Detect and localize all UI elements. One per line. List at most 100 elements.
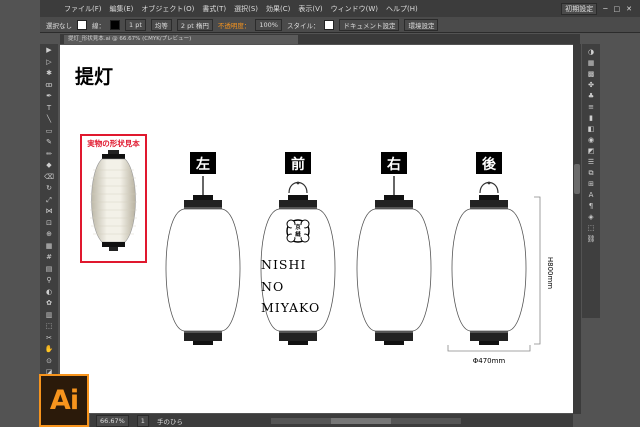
selection-tool-icon[interactable]: ▶ [43,46,55,56]
view-label-back: 後 [482,156,497,173]
paintbrush-tool-icon[interactable]: ✎ [43,138,55,148]
tools-panel: ▶ ▷ ✱ ꝏ ✒ T ╲ ▭ ✎ ✏ ◆ ⌫ ↻ ⤢ ⋈ ⊡ ⊕ ▦ # ▤ … [40,44,58,388]
front-text-line-3: MIYAKO [261,300,320,315]
width-tool-icon[interactable]: ⋈ [43,207,55,217]
opacity-field[interactable]: 100% [255,18,282,31]
view-label-front: 前 [291,156,305,173]
fill-swatch[interactable] [77,19,87,30]
pencil-tool-icon[interactable]: ✏ [43,150,55,160]
selection-status: 選択なし [46,21,72,30]
transparency-icon[interactable]: ◧ [585,125,597,134]
zoom-tool-icon[interactable]: ⊙ [43,357,55,367]
front-text-line-1: NISHI [261,257,306,272]
lantern-drawings: 左 前 京 縫 NISHI NO MIYAKO 右 後 H800mm Φ470m… [165,152,554,365]
perspective-grid-tool-icon[interactable]: ▦ [43,242,55,252]
menu-object[interactable]: オブジェクト(O) [141,4,194,14]
minimize-icon[interactable]: ─ [603,5,607,13]
menu-right: 初期設定 ─ □ ✕ [561,2,640,15]
zoom-level[interactable]: 66.67% [96,414,129,427]
rotate-tool-icon[interactable]: ↻ [43,184,55,194]
symbols-icon[interactable]: ♣ [585,92,597,101]
hand-tool-icon[interactable]: ✋ [43,345,55,355]
paragraph-icon[interactable]: ¶ [585,202,597,211]
magic-wand-tool-icon[interactable]: ✱ [43,69,55,79]
shape-builder-tool-icon[interactable]: ⊕ [43,230,55,240]
status-bar: 66.67% 1 手のひら [90,414,573,427]
illustrator-badge: Ai [39,374,89,427]
gradient-tool-icon[interactable]: ▤ [43,265,55,275]
mesh-tool-icon[interactable]: # [43,253,55,263]
panel-dock: ◑ ▦ ▩ ✤ ♣ ≡ ▮ ◧ ◉ ◩ ☰ ⧉ ⊞ A ¶ ◈ ⬚ ⛓ [582,44,600,318]
preferences-button[interactable]: 環境設定 [404,18,439,31]
current-tool: 手のひら [156,417,183,426]
brushes-icon[interactable]: ✤ [585,81,597,90]
menu-list: ファイル(F) 編集(E) オブジェクト(O) 書式(T) 選択(S) 効果(C… [64,4,418,14]
menu-view[interactable]: 表示(V) [298,4,322,14]
transform-icon[interactable]: ⊞ [585,180,597,189]
menu-bar: ファイル(F) 編集(E) オブジェクト(O) 書式(T) 選択(S) 効果(C… [40,0,640,17]
menu-select[interactable]: 選択(S) [234,4,258,14]
stroke-panel-icon[interactable]: ≡ [585,103,597,112]
free-transform-tool-icon[interactable]: ⊡ [43,219,55,229]
dimension-height [534,196,541,345]
slice-tool-icon[interactable]: ✂ [43,334,55,344]
menu-window[interactable]: ウィンドウ(W) [331,4,378,14]
pathfinder-icon[interactable]: ⧉ [585,169,597,178]
artboards-icon[interactable]: ⬚ [585,224,597,233]
menu-help[interactable]: ヘルプ(H) [386,4,418,14]
hscroll-thumb[interactable] [330,417,391,424]
stroke-width-field[interactable]: 1 pt [125,18,146,31]
symbol-sprayer-tool-icon[interactable]: ✿ [43,299,55,309]
menu-effect[interactable]: 効果(C) [266,4,290,14]
blend-tool-icon[interactable]: ◐ [43,288,55,298]
color-panel-icon[interactable]: ◑ [585,48,597,57]
document-tab[interactable]: 提灯_形状見本.ai @ 66.67% (CMYK/プレビュー) [64,35,298,44]
rectangle-tool-icon[interactable]: ▭ [43,127,55,137]
swatches-icon[interactable]: ▩ [585,70,597,79]
style-swatch[interactable] [324,19,335,30]
opacity-label: 不透明度： [217,21,251,30]
align-icon[interactable]: ☰ [585,158,597,167]
style-label: スタイル： [286,21,320,30]
view-label-right: 右 [386,156,401,173]
type-tool-icon[interactable]: T [43,104,55,114]
pen-tool-icon[interactable]: ✒ [43,92,55,102]
line-tool-icon[interactable]: ╲ [43,115,55,125]
control-bar: 選択なし 線： 1 pt 均等 2 pt 楕円 不透明度： 100% スタイル：… [40,17,640,33]
badge-text: Ai [49,385,79,416]
brush-select[interactable]: 2 pt 楕円 [176,18,213,31]
maximize-icon[interactable]: □ [614,5,621,13]
eyedropper-tool-icon[interactable]: ⚲ [43,276,55,286]
gradient-panel-icon[interactable]: ▮ [585,114,597,123]
menu-file[interactable]: ファイル(F) [64,4,102,14]
menu-edit[interactable]: 編集(E) [110,4,134,14]
view-front: 前 京 縫 NISHI NO MIYAKO [260,152,336,346]
view-right: 右 [356,152,432,346]
graph-tool-icon[interactable]: ▥ [43,311,55,321]
workspace-switcher[interactable]: 初期設定 [561,2,598,15]
document-settings-button[interactable]: ドキュメント設定 [339,18,400,31]
direct-selection-tool-icon[interactable]: ▷ [43,58,55,68]
crest-icon: 京 縫 [286,219,310,243]
close-icon[interactable]: ✕ [626,5,632,13]
vertical-scrollbar[interactable] [573,44,581,414]
graphic-styles-icon[interactable]: ◩ [585,147,597,156]
illustrator-window: Ai ファイル(F) 編集(E) オブジェクト(O) 書式(T) 選択(S) 効… [0,0,640,427]
scroll-thumb[interactable] [574,164,580,194]
document-tabs: 提灯_形状見本.ai @ 66.67% (CMYK/プレビュー) [60,34,580,44]
artboard-tool-icon[interactable]: ⬚ [43,322,55,332]
color-guide-icon[interactable]: ▦ [585,59,597,68]
line-style-select[interactable]: 均等 [150,18,172,31]
horizontal-scrollbar[interactable] [270,417,461,424]
artboard-number[interactable]: 1 [136,414,149,427]
menu-type[interactable]: 書式(T) [202,4,226,14]
lasso-tool-icon[interactable]: ꝏ [43,81,55,91]
stroke-swatch[interactable] [110,19,120,30]
character-icon[interactable]: A [585,191,597,200]
blob-brush-tool-icon[interactable]: ◆ [43,161,55,171]
scale-tool-icon[interactable]: ⤢ [43,196,55,206]
appearance-icon[interactable]: ◉ [585,136,597,145]
links-icon[interactable]: ⛓ [585,235,597,244]
eraser-tool-icon[interactable]: ⌫ [43,173,55,183]
layers-icon[interactable]: ◈ [585,213,597,222]
